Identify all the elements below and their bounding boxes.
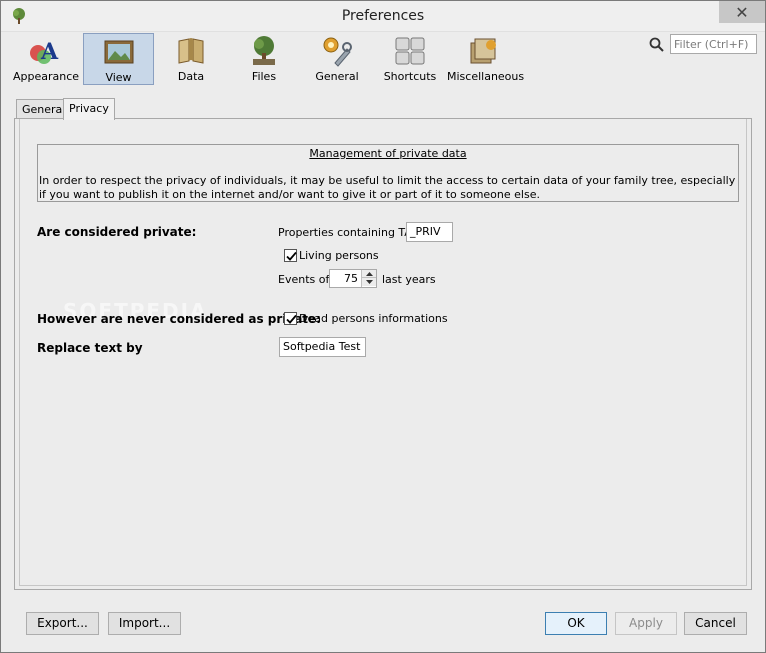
info-text: In order to respect the privacy of indiv…: [39, 174, 736, 201]
filter-input[interactable]: [670, 34, 757, 54]
search-icon: [649, 37, 665, 53]
info-title: Management of private data: [309, 147, 467, 160]
arrow-up-icon: [365, 271, 373, 276]
toolbar-data-label: Data: [177, 70, 205, 83]
privacy-info-box: Management of private data In order to r…: [37, 144, 739, 202]
replace-text-label: Replace text by: [37, 341, 143, 355]
svg-text:A: A: [40, 39, 59, 65]
events-years-spinner[interactable]: 75: [329, 269, 377, 288]
view-icon: [103, 36, 135, 68]
tag-label: Properties containing TAG: [278, 226, 421, 239]
toolbar-general-label: General: [315, 70, 359, 83]
toolbar-general[interactable]: General: [307, 33, 367, 85]
living-persons-checkbox[interactable]: [284, 249, 297, 262]
ok-button[interactable]: OK: [545, 612, 607, 635]
considered-private-label: Are considered private:: [37, 225, 197, 239]
window-title: Preferences: [341, 8, 425, 24]
toolbar-files-label: Files: [251, 70, 277, 83]
replace-text-input[interactable]: Softpedia Test: [279, 337, 366, 357]
toolbar-view-label: View: [105, 71, 132, 84]
toolbar-view[interactable]: View: [83, 33, 154, 85]
toolbar-miscellaneous[interactable]: Miscellaneous: [447, 33, 525, 85]
last-years-label: last years: [382, 273, 436, 286]
import-button[interactable]: Import...: [108, 612, 181, 635]
living-persons-label: Living persons: [299, 249, 379, 262]
toolbar-shortcuts-label: Shortcuts: [383, 70, 437, 83]
toolbar-miscellaneous-label: Miscellaneous: [447, 70, 525, 83]
toolbar-appearance[interactable]: A Appearance: [13, 33, 80, 85]
tag-input[interactable]: _PRIV: [406, 222, 453, 242]
export-button[interactable]: Export...: [26, 612, 99, 635]
toolbar-files[interactable]: Files: [233, 33, 295, 85]
arrow-down-icon: [365, 280, 373, 284]
appearance-icon: A: [28, 35, 60, 67]
checkmark-icon: [286, 251, 297, 261]
close-button[interactable]: ✕: [719, 1, 765, 23]
preferences-window: Preferences ✕ A Appearance View Data Fil…: [0, 0, 766, 653]
toolbar-shortcuts[interactable]: Shortcuts: [379, 33, 441, 85]
toolbar-data[interactable]: Data: [161, 33, 221, 85]
spinner-down-button[interactable]: [362, 278, 376, 286]
preferences-toolbar: A Appearance View Data Files General Sho…: [1, 32, 765, 87]
toolbar-appearance-label: Appearance: [13, 70, 80, 83]
miscellaneous-icon: [467, 35, 499, 67]
spinner-up-button[interactable]: [362, 270, 376, 278]
never-private-label: However are never considered as private:: [37, 312, 321, 326]
events-of-label: Events of: [278, 273, 330, 286]
checkmark-icon: [286, 314, 297, 324]
general-icon: [321, 35, 353, 67]
dead-persons-checkbox[interactable]: [284, 312, 297, 325]
dead-persons-label: Dead persons informations: [299, 312, 448, 325]
cancel-button[interactable]: Cancel: [684, 612, 747, 635]
title-bar: Preferences ✕: [1, 1, 765, 32]
apply-button[interactable]: Apply: [615, 612, 677, 635]
data-icon: [175, 35, 207, 67]
tab-privacy[interactable]: Privacy: [63, 98, 115, 120]
shortcuts-icon: [394, 35, 426, 67]
files-icon: [248, 35, 280, 67]
events-years-value[interactable]: 75: [344, 272, 358, 285]
